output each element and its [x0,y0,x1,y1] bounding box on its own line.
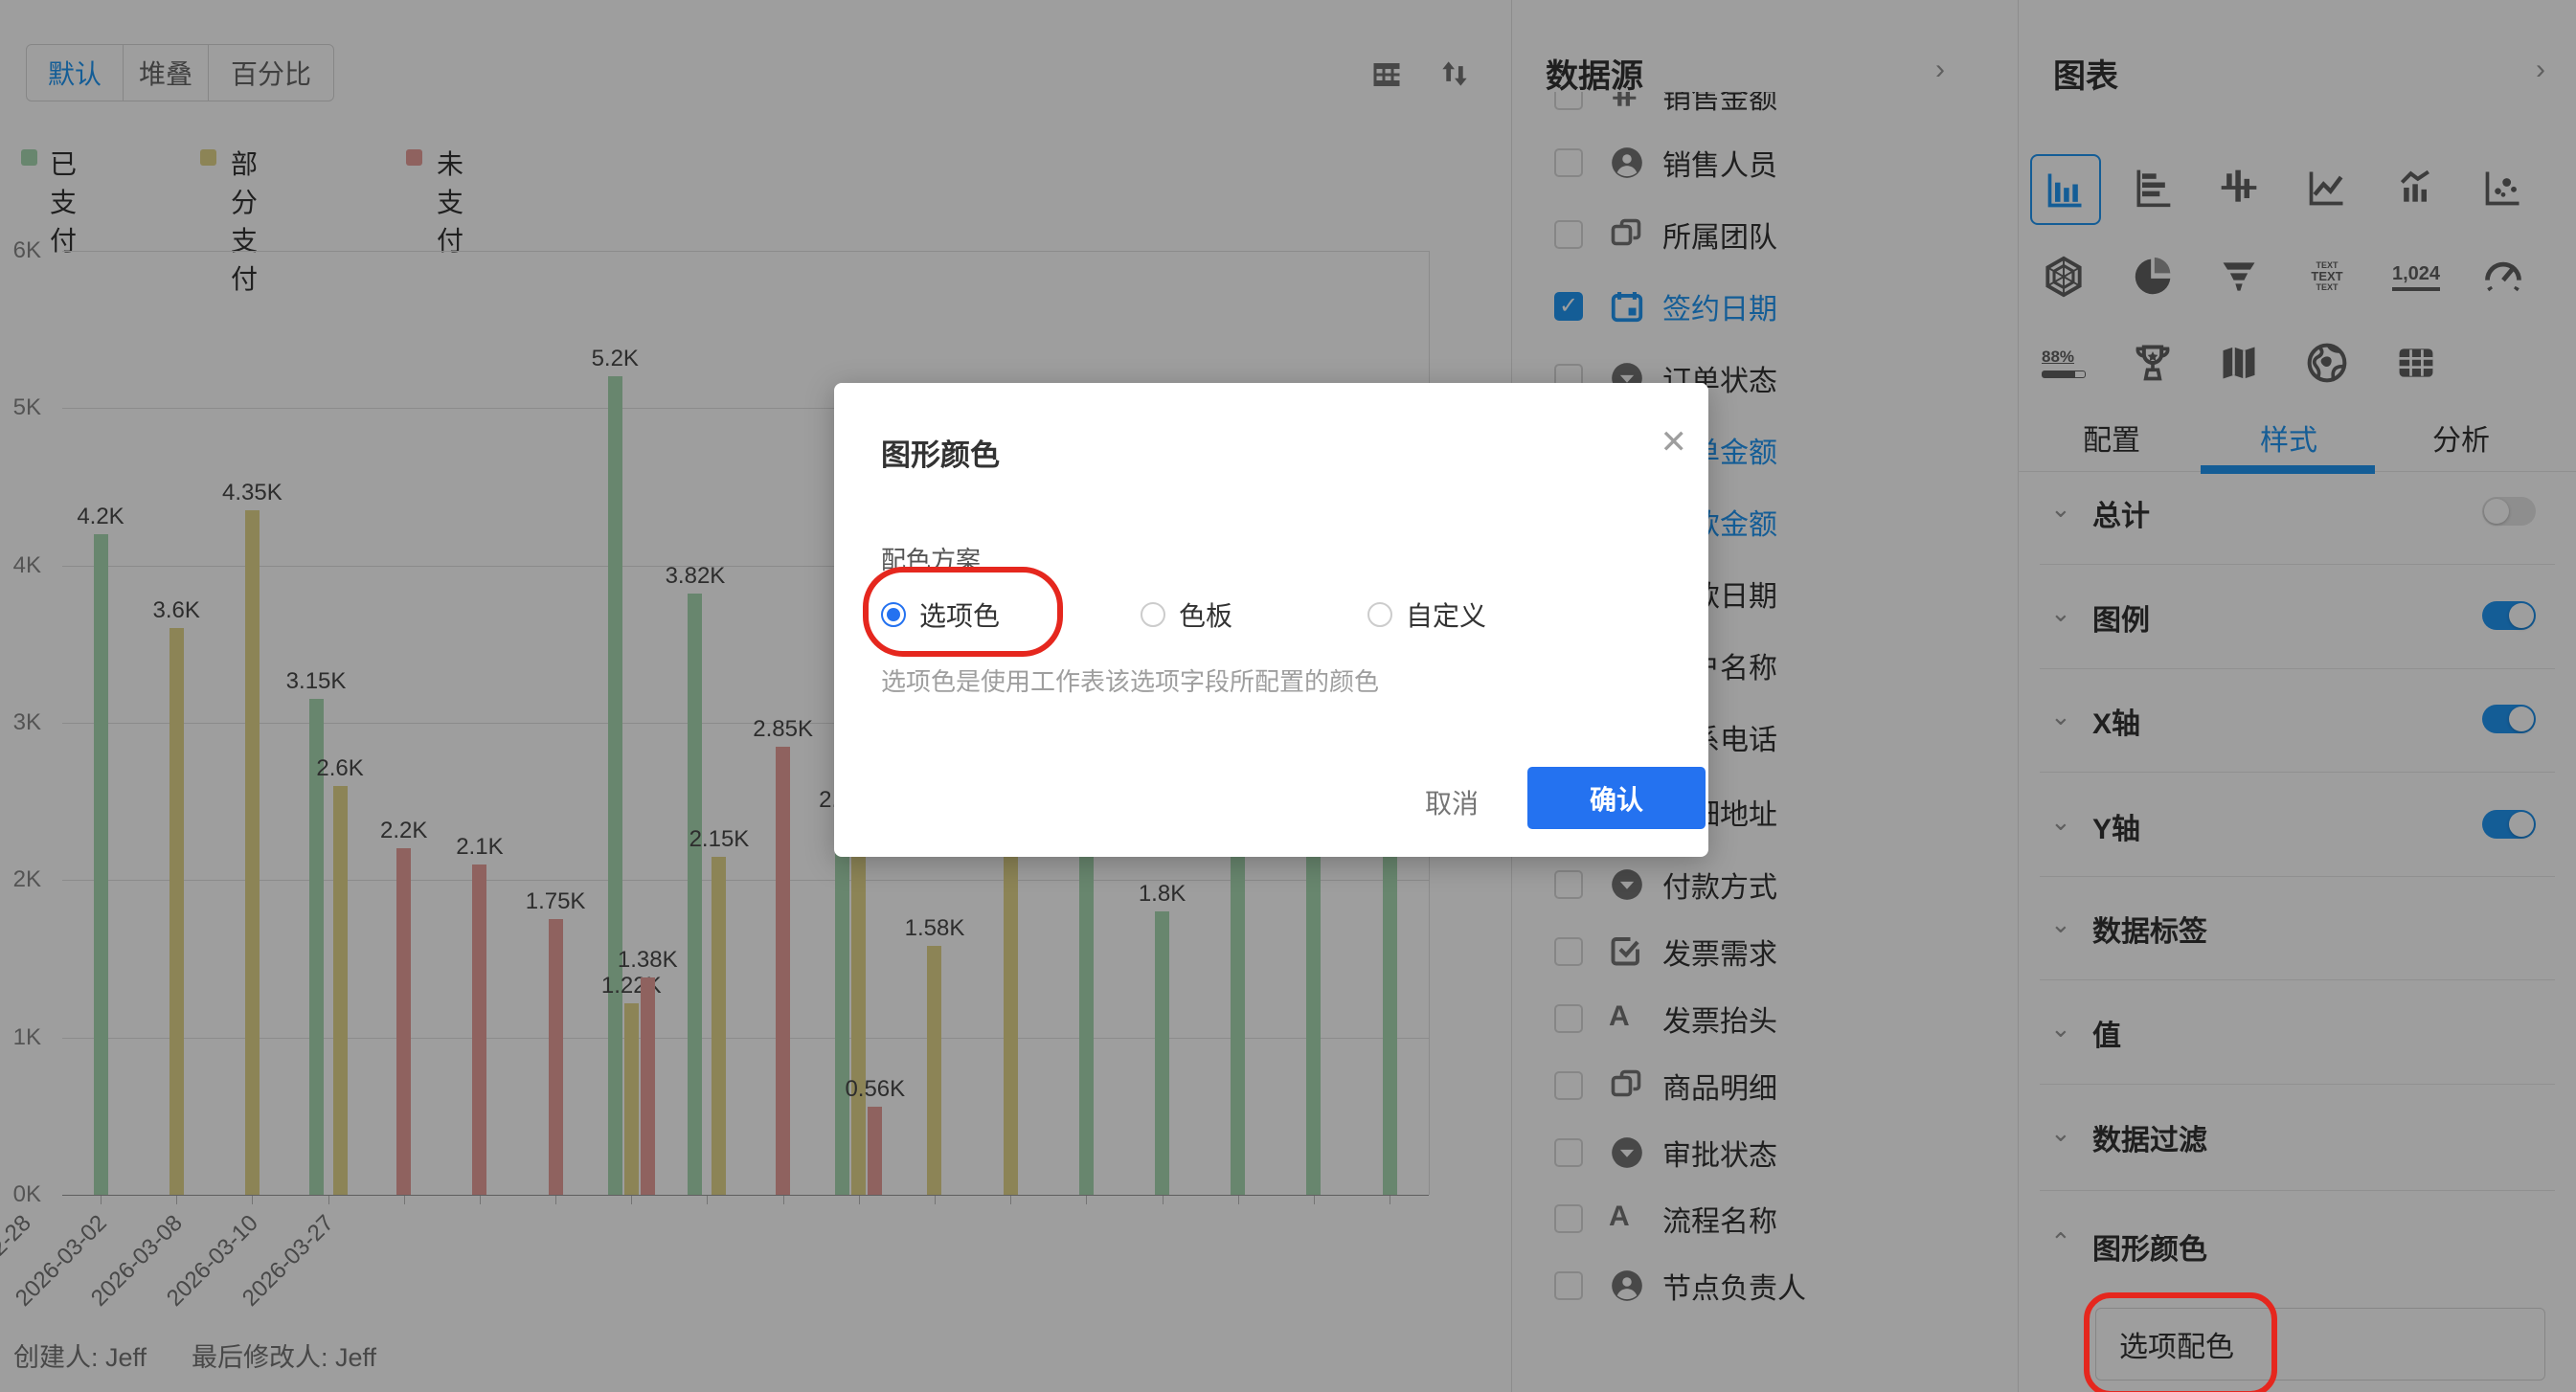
radio-circle-icon [1367,602,1392,627]
red-annotation-radio [863,567,1063,657]
app-root: 默认堆叠百分比 已支付部分支付未支付 0K1K2K3K4K5K6K2025-12… [0,0,2576,1392]
scheme-description: 选项色是使用工作表该选项字段所配置的颜色 [881,662,1379,698]
graph-color-modal: 图形颜色 ✕ 配色方案 选项色色板自定义 选项色是使用工作表该选项字段所配置的颜… [834,383,1708,857]
red-annotation-select [2084,1292,2277,1392]
radio-label: 自定义 [1406,595,1486,634]
radio-circle-icon [1141,602,1165,627]
radio-自定义[interactable]: 自定义 [1367,595,1486,634]
close-icon[interactable]: ✕ [1661,423,1688,461]
cancel-button[interactable]: 取消 [1404,777,1500,827]
radio-label: 色板 [1179,595,1232,634]
confirm-button[interactable]: 确认 [1527,767,1706,829]
modal-title: 图形颜色 [881,431,1000,474]
radio-色板[interactable]: 色板 [1141,595,1232,634]
